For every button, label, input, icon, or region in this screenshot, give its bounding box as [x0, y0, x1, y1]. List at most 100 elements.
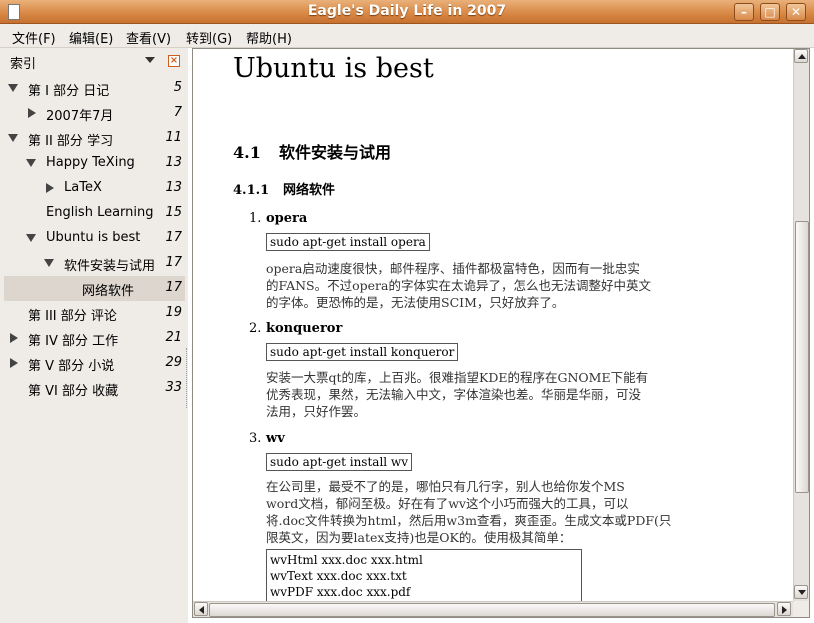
paragraph-line: 法用，只好作罢。 [266, 404, 367, 419]
tree-item-label: 第 I 部分 日记 [28, 84, 110, 99]
index-tree: 第 I 部分 日记 5 2007年7月 7 第 II 部分 学习 11 Happ… [4, 76, 185, 621]
subsection-heading: 4.1.1 网络软件 [233, 179, 335, 198]
tree-item-label: Happy TeXing [46, 155, 135, 170]
expander-collapsed-icon[interactable] [46, 183, 54, 193]
document-page: Ubuntu is best 4.1 软件安装与试用 4.1.1 网络软件 1. o… [193, 49, 793, 601]
expander-expanded-icon[interactable] [8, 134, 18, 142]
list-item-number: 3. [249, 431, 262, 446]
paragraph-line: 的FANS。不过opera的字体实在太诡异了，怎么也无法调整好中英文 [266, 278, 651, 293]
tree-item-label: 软件安装与试用 [64, 259, 156, 274]
tree-item-label: 2007年7月 [46, 109, 114, 124]
paragraph-line: 安装一大票qt的库，上百兆。很难指望KDE的程序在GNOME下能有 [266, 370, 649, 385]
command-box: sudo apt-get install konqueror [266, 343, 459, 361]
tree-item[interactable]: Ubuntu is best 17 [4, 226, 185, 251]
paragraph-line: 将.doc文件转换为html，然后用w3m查看，爽歪歪。生成文本或PDF(只 [266, 513, 672, 528]
tree-item-page: 29 [165, 355, 182, 370]
section-number: 4.1 [233, 143, 261, 162]
tree-item[interactable]: 第 VI 部分 收藏 33 [4, 376, 185, 401]
tree-item[interactable]: 第 IV 部分 工作 21 [4, 326, 185, 351]
code-line: wvText xxx.doc xxx.txt [270, 569, 407, 583]
expander-expanded-icon[interactable] [26, 234, 36, 242]
sidebar-header: 索引 × [0, 48, 188, 75]
menu-go[interactable]: 转到(G) [186, 28, 232, 47]
tree-item[interactable]: Happy TeXing 13 [4, 151, 185, 176]
horizontal-scroll-thumb[interactable] [209, 603, 775, 617]
chapter-title: Ubuntu is best [233, 53, 434, 84]
item-description: opera启动速度很快，邮件程序、插件都极富特色，因而有一批忠实 的FANS。不… [266, 260, 688, 311]
arrow-left-icon [199, 606, 204, 614]
command-box: sudo apt-get install wv [266, 453, 412, 471]
menu-view[interactable]: 查看(V) [126, 28, 171, 47]
expander-collapsed-icon[interactable] [10, 358, 18, 368]
arrow-down-icon [798, 590, 806, 595]
title-bar[interactable]: Eagle's Daily Life in 2007 – □ ✕ [0, 0, 814, 24]
minimize-button[interactable]: – [734, 3, 754, 21]
close-icon: ✕ [790, 5, 802, 19]
sidebar-close-icon[interactable]: × [168, 55, 180, 67]
list-item-number: 2. [249, 321, 262, 336]
list-item-name: konqueror [266, 321, 343, 336]
tree-item[interactable]: 第 III 部分 评论 19 [4, 301, 185, 326]
tree-item-label: 第 VI 部分 收藏 [28, 384, 119, 399]
tree-item-label: 第 V 部分 小说 [28, 359, 115, 374]
expander-expanded-icon[interactable] [44, 259, 54, 267]
menu-file[interactable]: 文件(F) [12, 28, 56, 47]
scroll-left-button[interactable] [194, 602, 208, 616]
tree-item-page: 7 [173, 105, 182, 120]
expander-collapsed-icon[interactable] [10, 333, 18, 343]
scroll-right-button[interactable] [777, 602, 791, 616]
expander-collapsed-icon[interactable] [28, 108, 36, 118]
section-title: 软件安装与试用 [279, 143, 392, 162]
tree-item-page: 15 [165, 205, 182, 220]
item-description: 在公司里，最受不了的是，哪怕只有几行字，别人也给你发个MS word文档，郁闷至… [266, 478, 688, 546]
code-line: wvHtml xxx.doc xxx.html [270, 553, 423, 567]
tree-item[interactable]: 软件安装与试用 17 [4, 251, 185, 276]
item-description: 安装一大票qt的库，上百兆。很难指望KDE的程序在GNOME下能有 优秀表现，果… [266, 369, 688, 420]
list-item-number: 1. [249, 211, 262, 226]
subsection-title: 网络软件 [283, 183, 336, 198]
tree-item-page: 17 [165, 255, 182, 270]
tree-item[interactable]: LaTeX 13 [4, 176, 185, 201]
tree-item-page: 33 [165, 380, 182, 395]
maximize-icon: □ [764, 5, 776, 19]
expander-expanded-icon[interactable] [26, 159, 36, 167]
tree-item-label: 第 III 部分 评论 [28, 309, 117, 324]
vertical-scroll-thumb[interactable] [795, 221, 809, 493]
expander-expanded-icon[interactable] [8, 84, 18, 92]
maximize-button[interactable]: □ [760, 3, 780, 21]
code-line: wvPDF xxx.doc xxx.pdf [270, 585, 411, 599]
tree-item[interactable]: 第 I 部分 日记 5 [4, 76, 185, 101]
paragraph-line: 在公司里，最受不了的是，哪怕只有几行字，别人也给你发个MS [266, 479, 625, 494]
document-view: Ubuntu is best 4.1 软件安装与试用 4.1.1 网络软件 1. o… [192, 48, 810, 618]
dropdown-arrow-icon[interactable] [145, 57, 155, 63]
tree-item-label: Ubuntu is best [46, 230, 141, 245]
menu-edit[interactable]: 编辑(E) [69, 28, 113, 47]
tree-item[interactable]: 2007年7月 7 [4, 101, 185, 126]
pane-splitter-handle[interactable] [186, 348, 188, 408]
paragraph-line: 优秀表现，果然，无法输入中文，字体渲染也差。华丽是华丽，可没 [266, 387, 642, 402]
list-item-name: wv [266, 431, 285, 446]
tree-item[interactable]: 第 V 部分 小说 29 [4, 351, 185, 376]
tree-item[interactable]: English Learning 15 [4, 201, 185, 226]
scrollbar-corner [793, 601, 809, 617]
tree-item-label: 网络软件 [82, 284, 135, 299]
scroll-up-button[interactable] [794, 49, 808, 63]
minimize-icon: – [741, 5, 747, 19]
arrow-right-icon [782, 606, 787, 614]
sidebar-title-select[interactable]: 索引 [10, 53, 36, 72]
tree-item-page: 17 [165, 280, 182, 295]
tree-item-page: 21 [165, 330, 182, 345]
horizontal-scrollbar[interactable] [193, 601, 793, 617]
tree-item[interactable]: 第 II 部分 学习 11 [4, 126, 185, 151]
menu-help[interactable]: 帮助(H) [246, 28, 292, 47]
tree-item-label: LaTeX [64, 180, 102, 195]
tree-item-page: 5 [173, 80, 182, 95]
vertical-scrollbar[interactable] [793, 49, 809, 601]
tree-item-selected[interactable]: 网络软件 17 [4, 276, 185, 301]
list-item-name: opera [266, 211, 308, 226]
command-box: sudo apt-get install opera [266, 233, 430, 251]
scroll-down-button[interactable] [794, 585, 808, 599]
section-heading: 4.1 软件安装与试用 [233, 139, 391, 163]
subsection-number: 4.1.1 [233, 183, 270, 198]
close-button[interactable]: ✕ [786, 3, 806, 21]
